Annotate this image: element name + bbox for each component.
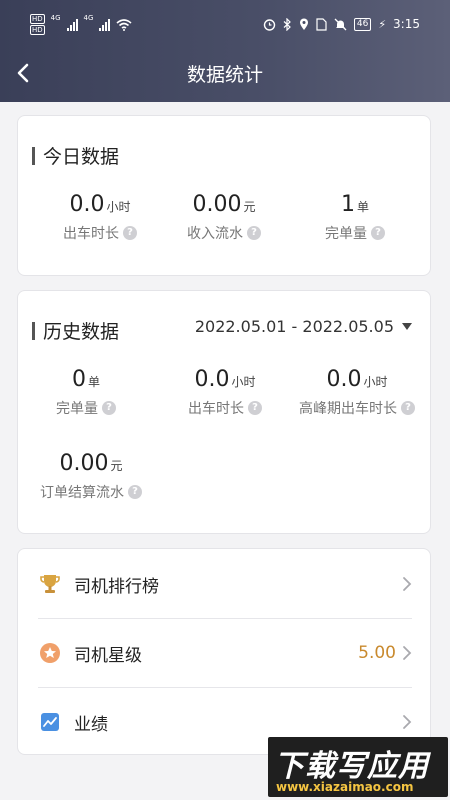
stat-unit: 单 — [356, 200, 369, 214]
chevron-right-icon — [403, 646, 412, 660]
page-title: 数据统计 — [186, 64, 263, 86]
mute-icon — [334, 18, 347, 30]
watermark: 下载写应用 www.xiazaimao.com — [268, 737, 448, 797]
signal-icon — [66, 18, 78, 31]
chevron-right-icon — [403, 577, 412, 591]
signal-icon — [99, 18, 111, 31]
history-card: 历史数据 2022.05.01 - 2022.05.05 0单 完单量? 0.0… — [17, 290, 431, 534]
stat-unit: 小时 — [106, 200, 131, 214]
date-range-text: 2022.05.01 - 2022.05.05 — [194, 317, 394, 336]
alarm-icon — [263, 18, 276, 31]
hd-badge: HD — [30, 25, 45, 35]
history-stat-settlement: 0.00 元 订单结算流水? — [16, 451, 166, 502]
menu-item-label: 业绩 — [74, 714, 108, 735]
network-label: 4G — [83, 14, 94, 22]
hd-badges: HD HD — [30, 14, 45, 35]
chart-icon — [38, 710, 62, 734]
status-right: 46 ⚡ 3:15 — [263, 17, 420, 31]
stat-label: 高峰期出车时长 — [299, 401, 397, 417]
help-icon[interactable]: ? — [102, 401, 116, 415]
battery-level: 46 — [353, 17, 372, 31]
today-card: 今日数据 0.0 小时 出车时长? 0.00 元 收入流水? 1单 完单量? — [17, 115, 431, 276]
stat-unit: 元 — [243, 200, 256, 214]
menu-item-value: 5.00 — [358, 643, 396, 663]
stat-value: 0.0 — [69, 192, 105, 217]
today-stat-orders: 1单 完单量? — [280, 192, 430, 243]
stat-unit: 元 — [110, 459, 123, 473]
help-icon[interactable]: ? — [128, 485, 142, 499]
stat-unit: 单 — [87, 375, 100, 389]
star-badge-icon — [38, 641, 62, 665]
stat-label: 出车时长 — [188, 401, 244, 417]
help-icon[interactable]: ? — [371, 226, 385, 240]
date-range-selector[interactable]: 2022.05.01 - 2022.05.05 — [195, 317, 412, 336]
today-title-text: 今日数据 — [43, 146, 120, 168]
history-stat-peak-duration: 0.0 小时 高峰期出车时长? — [282, 367, 432, 418]
help-icon[interactable]: ? — [247, 226, 261, 240]
menu-card: 司机排行榜 司机星级 5.00 业绩 — [17, 548, 431, 755]
menu-item-ranking[interactable]: 司机排行榜 — [38, 550, 412, 618]
wifi-icon — [116, 18, 132, 31]
history-stat-duration: 0.0 小时 出车时长? — [150, 367, 300, 418]
stat-value: 0.00 — [59, 451, 109, 476]
stat-unit: 小时 — [231, 375, 256, 389]
stat-label: 订单结算流水 — [40, 485, 124, 501]
stat-value: 0.0 — [326, 367, 362, 392]
menu-item-label: 司机排行榜 — [74, 576, 159, 597]
watermark-url: www.xiazaimao.com — [276, 780, 414, 794]
help-icon[interactable]: ? — [401, 401, 415, 415]
status-left: HD HD 4G 4G — [30, 14, 132, 35]
title-bar — [32, 321, 35, 340]
today-stat-income: 0.00 元 收入流水? — [149, 192, 299, 243]
menu-item-star-level[interactable]: 司机星级 5.00 — [38, 619, 412, 687]
stat-label: 完单量 — [325, 226, 367, 242]
history-title-text: 历史数据 — [43, 321, 120, 343]
trophy-icon — [38, 572, 62, 596]
chevron-right-icon — [403, 715, 412, 729]
menu-item-label: 司机星级 — [74, 645, 142, 666]
help-icon[interactable]: ? — [248, 401, 262, 415]
header: HD HD 4G 4G 46 ⚡ 3:15 数据统计 — [0, 0, 450, 102]
history-title: 历史数据 — [32, 317, 119, 344]
clock: 3:15 — [393, 17, 420, 31]
bluetooth-icon — [283, 17, 291, 31]
history-stat-orders: 0单 完单量? — [11, 367, 161, 418]
stat-label: 完单量 — [56, 401, 98, 417]
stat-value: 0 — [71, 367, 86, 392]
title-bar — [32, 146, 35, 165]
caret-down-icon — [402, 323, 412, 330]
stat-value: 0.00 — [192, 192, 242, 217]
hd-badge: HD — [30, 14, 45, 24]
stat-value: 0.0 — [194, 367, 230, 392]
sim-icon — [316, 17, 327, 31]
status-bar: HD HD 4G 4G 46 ⚡ 3:15 — [0, 0, 450, 50]
today-title: 今日数据 — [32, 142, 119, 169]
watermark-title: 下载写应用 — [274, 749, 429, 784]
charging-icon: ⚡ — [378, 17, 387, 31]
stat-value: 1 — [340, 192, 355, 217]
help-icon[interactable]: ? — [123, 226, 137, 240]
stat-unit: 小时 — [363, 375, 388, 389]
stat-label: 收入流水 — [187, 226, 243, 242]
network-label: 4G — [50, 14, 61, 22]
nav-bar: 数据统计 — [0, 50, 450, 96]
stat-label: 出车时长 — [63, 226, 119, 242]
location-icon — [299, 18, 308, 30]
